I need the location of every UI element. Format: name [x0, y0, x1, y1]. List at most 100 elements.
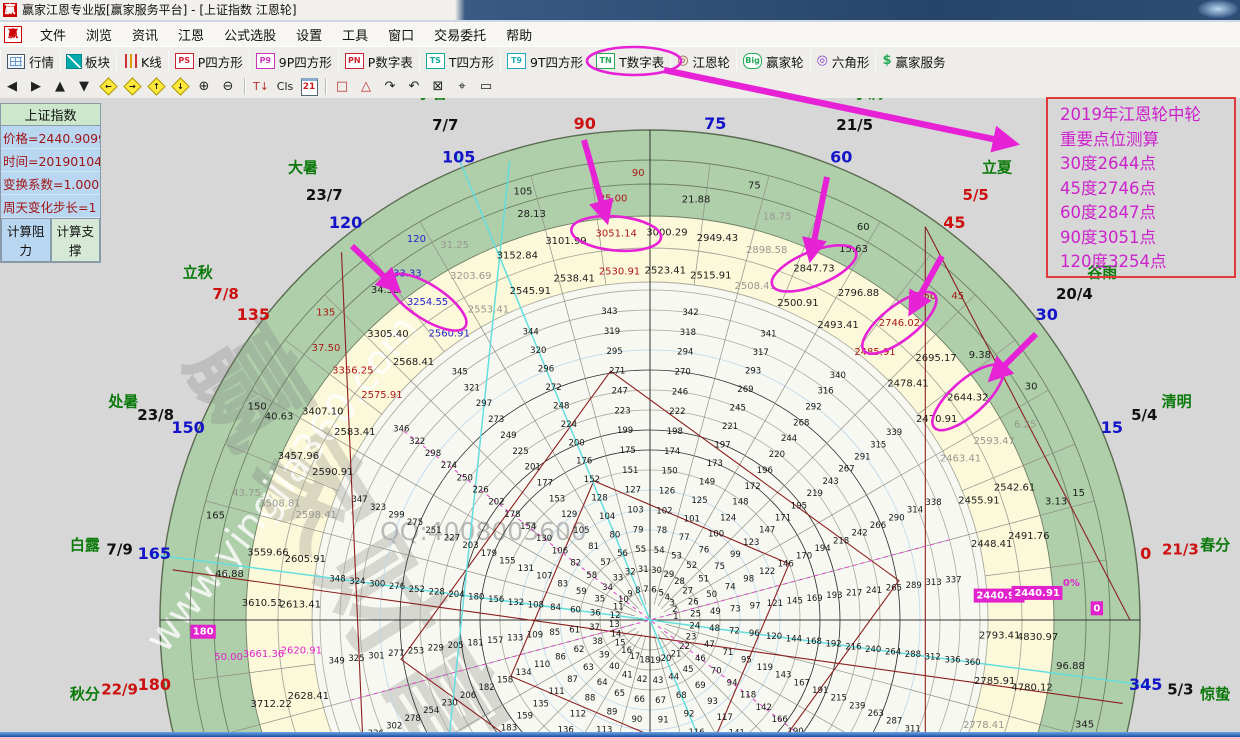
- toolbar-button-板块[interactable]: 板块: [60, 50, 116, 73]
- toolbar-button-行情[interactable]: 行情: [0, 50, 60, 73]
- svg-text:3203.69: 3203.69: [450, 271, 491, 282]
- box-x-button[interactable]: ⊠: [426, 77, 450, 96]
- toolbar-separator: [325, 78, 326, 95]
- svg-text:229: 229: [428, 644, 444, 654]
- calc-resistance-button[interactable]: 计算阻力: [1, 218, 51, 262]
- svg-text:6: 6: [651, 586, 656, 596]
- flip-axis-button[interactable]: T↓: [249, 77, 273, 96]
- toolbar-button-六角形[interactable]: ◎六角形: [810, 50, 876, 73]
- toolbar-button-9P四方形[interactable]: P99P四方形: [249, 50, 338, 73]
- svg-text:299: 299: [388, 511, 404, 521]
- svg-text:2605.91: 2605.91: [285, 554, 326, 565]
- svg-text:大暑: 大暑: [288, 158, 318, 176]
- nav-up-icon: ▲: [55, 79, 65, 94]
- nav-left-button[interactable]: ◀: [0, 77, 24, 96]
- svg-text:3254.55: 3254.55: [407, 297, 448, 308]
- toolbar-button-T四方形[interactable]: TST四方形: [419, 50, 500, 73]
- zoom-in-button[interactable]: ⊕: [192, 77, 216, 96]
- square-tool-icon: □: [336, 79, 348, 94]
- note-line-3: 45度2746点: [1060, 177, 1234, 202]
- svg-text:91: 91: [658, 716, 669, 726]
- zoom-out-button[interactable]: ⊖: [216, 77, 240, 96]
- menu-item-5[interactable]: 设置: [286, 23, 332, 46]
- toolbar-button-label: 赢家轮: [766, 52, 804, 71]
- svg-text:28.13: 28.13: [517, 209, 546, 220]
- svg-text:219: 219: [807, 489, 823, 499]
- svg-text:5: 5: [658, 588, 663, 598]
- toolbar-button-赢家服务[interactable]: $赢家服务: [875, 50, 951, 73]
- service-dollar-icon: $: [882, 54, 891, 68]
- svg-text:75: 75: [714, 562, 725, 572]
- toolbar-button-赢家轮[interactable]: Big赢家轮: [736, 50, 810, 73]
- svg-text:224: 224: [561, 420, 577, 430]
- page-down-button[interactable]: ↓: [168, 77, 192, 96]
- menu-item-2[interactable]: 资讯: [122, 23, 168, 46]
- svg-text:345: 345: [452, 367, 468, 377]
- svg-text:83: 83: [557, 579, 568, 589]
- svg-text:144: 144: [786, 634, 802, 644]
- svg-text:267: 267: [838, 465, 854, 475]
- menu-item-7[interactable]: 窗口: [378, 23, 424, 46]
- svg-text:白露: 白露: [70, 536, 101, 554]
- screen-button[interactable]: ▭: [474, 77, 498, 96]
- menu-item-6[interactable]: 工具: [332, 23, 378, 46]
- toolbar-button-T数字表[interactable]: TNT数字表: [589, 50, 670, 73]
- menu-item-3[interactable]: 江恩: [168, 23, 214, 46]
- calc-support-button[interactable]: 计算支撑: [51, 218, 101, 262]
- toolbar-button-label: 江恩轮: [693, 52, 731, 71]
- svg-text:52: 52: [686, 561, 697, 571]
- zoom-out-icon: ⊖: [223, 79, 234, 94]
- svg-text:341: 341: [760, 330, 776, 340]
- svg-text:336: 336: [944, 655, 960, 665]
- svg-text:318: 318: [680, 328, 696, 338]
- toolbar-button-K线[interactable]: K线: [116, 50, 168, 73]
- svg-text:347: 347: [351, 495, 367, 505]
- svg-text:43: 43: [653, 676, 664, 686]
- svg-text:278: 278: [405, 714, 421, 724]
- toolbar-button-9T四方形[interactable]: T99T四方形: [500, 50, 589, 73]
- page-left-button[interactable]: ←: [96, 77, 120, 96]
- svg-text:90: 90: [631, 715, 642, 725]
- svg-text:46.88: 46.88: [215, 569, 244, 580]
- triangle-tool-button[interactable]: △: [354, 77, 378, 96]
- nav-up-button[interactable]: ▲: [48, 77, 72, 96]
- calendar-button[interactable]: 21: [297, 77, 321, 96]
- svg-text:0: 0: [1140, 544, 1151, 563]
- nav-right-button[interactable]: ▶: [24, 77, 48, 96]
- square-tool-button[interactable]: □: [330, 77, 354, 96]
- page-right-button[interactable]: →: [120, 77, 144, 96]
- quote-grid-icon: [7, 54, 25, 69]
- menu-item-9[interactable]: 帮助: [496, 23, 542, 46]
- toolbar-button-P数字表[interactable]: PNP数字表: [338, 50, 419, 73]
- page-up-button[interactable]: ↑: [144, 77, 168, 96]
- center-cross-icon: ⌖: [458, 79, 465, 94]
- svg-text:2575.91: 2575.91: [361, 390, 402, 401]
- svg-text:200: 200: [568, 438, 584, 448]
- menu-item-4[interactable]: 公式选股: [214, 23, 286, 46]
- toolbar-button-江恩轮[interactable]: ◎江恩轮: [670, 50, 736, 73]
- nav-down-button[interactable]: ▼: [72, 77, 96, 96]
- svg-text:228: 228: [429, 587, 445, 597]
- page-up-icon: ↑: [147, 77, 165, 95]
- svg-text:4: 4: [665, 593, 670, 603]
- center-cross-button[interactable]: ⌖: [450, 77, 474, 96]
- svg-text:268: 268: [793, 418, 809, 428]
- menu-item-1[interactable]: 浏览: [76, 23, 122, 46]
- svg-text:168: 168: [806, 637, 822, 647]
- cls-button[interactable]: Cls: [273, 77, 297, 96]
- svg-text:157: 157: [487, 636, 503, 646]
- gann-wheel-canvas[interactable]: 赢家财富网www.yingjia360.comQQ:40080036001234…: [0, 98, 1240, 737]
- svg-text:100: 100: [708, 529, 724, 539]
- svg-text:103: 103: [627, 505, 643, 515]
- rotate-cw-button[interactable]: ↷: [378, 77, 402, 96]
- rotate-ccw-button[interactable]: ↶: [402, 77, 426, 96]
- menu-item-0[interactable]: 文件: [30, 23, 76, 46]
- svg-text:2746.02: 2746.02: [879, 318, 920, 329]
- toolbar-button-P四方形[interactable]: PSP四方形: [168, 50, 249, 73]
- menu-item-8[interactable]: 交易委托: [424, 23, 496, 46]
- svg-text:2695.17: 2695.17: [915, 353, 956, 364]
- toolbar-button-label: 9T四方形: [530, 52, 583, 71]
- svg-text:72: 72: [729, 627, 740, 637]
- svg-text:3000.29: 3000.29: [646, 227, 687, 238]
- svg-text:291: 291: [854, 453, 870, 463]
